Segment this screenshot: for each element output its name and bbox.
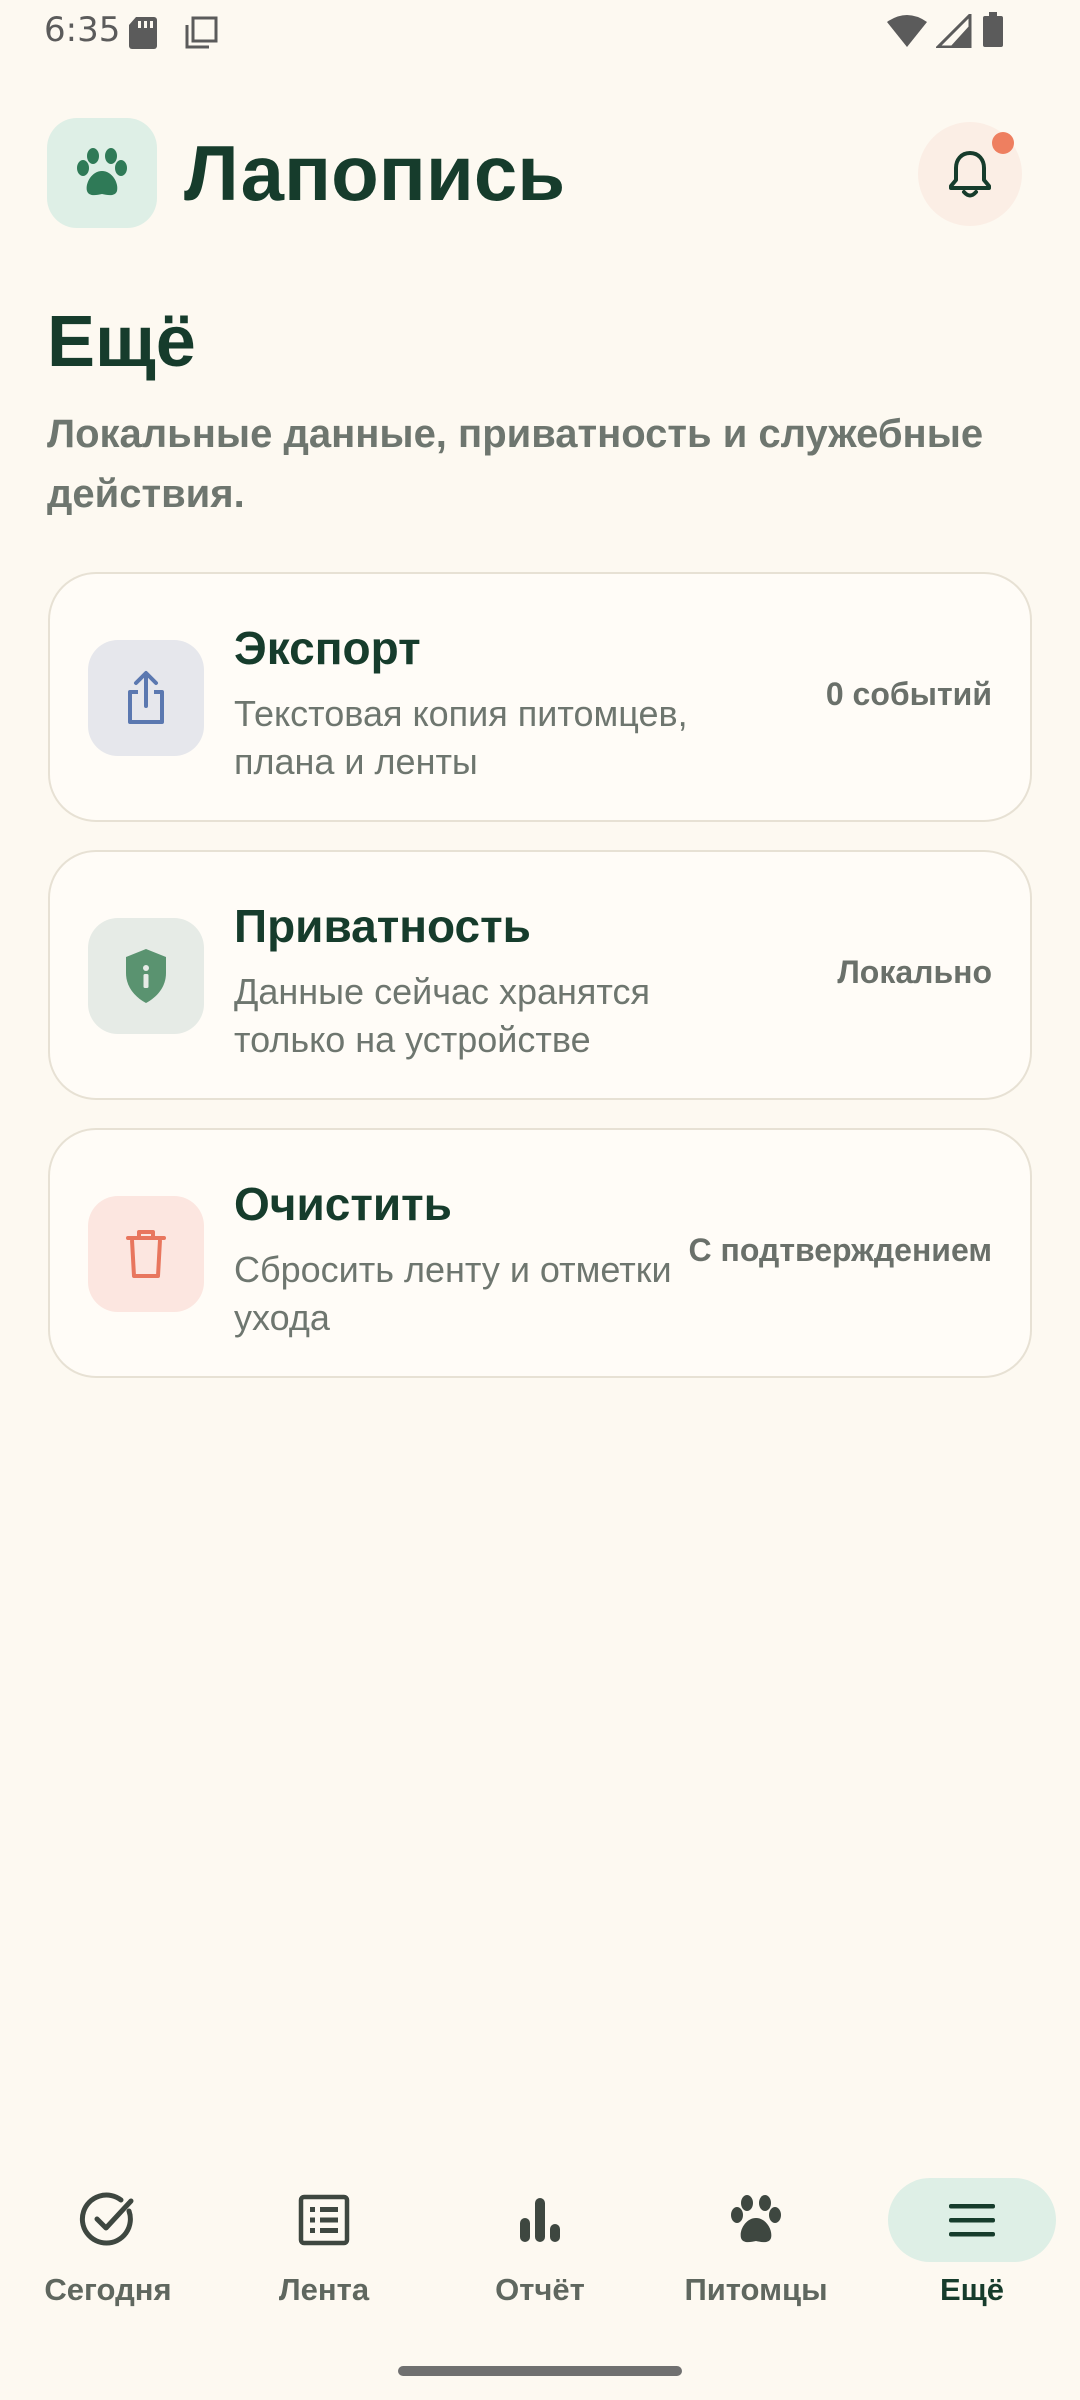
screen: 6:35 Лапопись Ещё Локальные данные, прив…: [0, 0, 1080, 2400]
nav-label: Ещё: [939, 2272, 1005, 2307]
privacy-icon-box: [88, 918, 204, 1034]
bell-icon: [949, 151, 991, 198]
nav-item-feed[interactable]: Лента: [216, 2154, 432, 2324]
nav-label: Отчёт: [495, 2272, 585, 2307]
clear-icon-box: [88, 1196, 204, 1312]
clear-card[interactable]: Очистить Сбросить ленту и отметки ухода …: [48, 1128, 1032, 1378]
nav-icon-container: [240, 2178, 408, 2262]
trash-icon: [126, 1230, 166, 1278]
privacy-card[interactable]: Приватность Данные сейчас хранятся тольк…: [48, 850, 1032, 1100]
nav-icon-container: [456, 2178, 624, 2262]
nav-label: Сегодня: [44, 2272, 172, 2307]
battery-icon: [983, 12, 1003, 47]
card-meta: Локально: [837, 954, 992, 990]
wifi-icon: [887, 15, 927, 47]
card-description: Данные сейчас хранятся только на устройс…: [234, 971, 650, 1060]
page-subtitle: Локальные данные, приватность и служебны…: [47, 412, 984, 516]
card-title: Очистить: [234, 1178, 452, 1230]
share-icon: [128, 671, 164, 724]
card-title: Экспорт: [234, 622, 421, 674]
nav-label: Лента: [278, 2272, 370, 2307]
nav-item-pets[interactable]: Питомцы: [648, 2154, 864, 2324]
page-title: Ещё: [47, 302, 196, 382]
list-icon: [298, 2194, 350, 2246]
check-circle-icon: [79, 2192, 134, 2246]
shield-icon: [126, 949, 166, 1003]
home-indicator[interactable]: [398, 2366, 682, 2376]
card-description: Сбросить ленту и отметки ухода: [234, 1249, 672, 1338]
signal-icon: [936, 14, 972, 48]
paw-icon: [731, 2195, 781, 2243]
nav-item-today[interactable]: Сегодня: [0, 2154, 216, 2324]
menu-icon: [949, 2204, 995, 2237]
bottom-nav: Сегодня Лента Отчёт Питомцы Ещё: [0, 2154, 1080, 2400]
export-icon-box: [88, 640, 204, 756]
nav-item-report[interactable]: Отчёт: [432, 2154, 648, 2324]
paw-icon: [77, 148, 127, 196]
copy-icon: [185, 16, 218, 49]
nav-icon-container: [24, 2178, 192, 2262]
card-title: Приватность: [234, 900, 531, 952]
app-title: Лапопись: [184, 129, 566, 217]
card-meta: С подтверждением: [688, 1232, 992, 1268]
sd-card-icon: [129, 17, 157, 49]
card-description: Текстовая копия питомцев, плана и ленты: [234, 693, 688, 782]
notification-badge: [992, 132, 1014, 154]
nav-icon-container: [672, 2178, 840, 2262]
nav-label: Питомцы: [684, 2272, 828, 2307]
card-meta: 0 событий: [825, 676, 992, 712]
nav-item-more[interactable]: Ещё: [864, 2154, 1080, 2324]
status-time: 6:35: [44, 10, 121, 50]
export-card[interactable]: Экспорт Текстовая копия питомцев, плана …: [48, 572, 1032, 822]
nav-icon-container: [888, 2178, 1056, 2262]
status-bar: 6:35: [0, 0, 1080, 64]
app-logo: [47, 118, 157, 228]
bar-chart-icon: [520, 2198, 560, 2242]
